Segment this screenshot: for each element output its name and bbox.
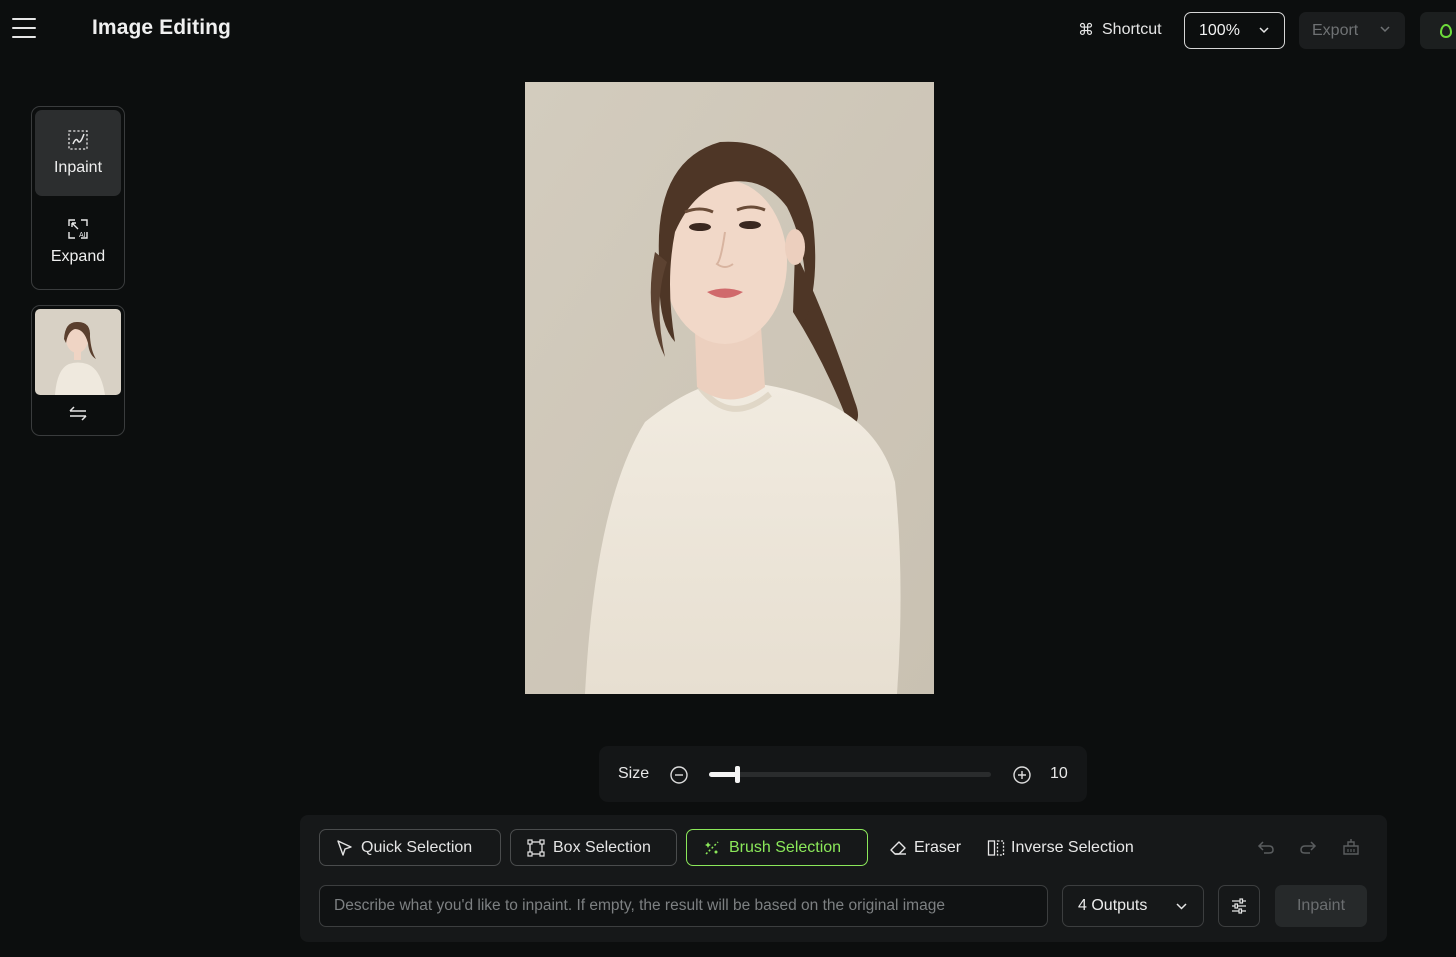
- tool-inpaint[interactable]: Inpaint: [35, 110, 121, 196]
- brush-sparkle-icon: [705, 840, 719, 855]
- eraser-label: Eraser: [914, 838, 962, 856]
- zoom-select[interactable]: 100%: [1184, 12, 1285, 49]
- inverse-selection-icon: [987, 839, 1005, 856]
- minus-circle-icon[interactable]: [669, 765, 689, 785]
- tool-expand[interactable]: AI Expand: [35, 199, 121, 285]
- thumbnail-panel: [31, 305, 125, 436]
- inverse-selection-label: Inverse Selection: [1011, 838, 1134, 856]
- chevron-down-icon: [1259, 27, 1269, 34]
- brush-selection-button[interactable]: Brush Selection: [686, 829, 868, 866]
- plus-circle-icon[interactable]: [1012, 765, 1032, 785]
- tool-expand-label: Expand: [50, 248, 106, 265]
- inpaint-submit-label: Inpaint: [1296, 897, 1346, 914]
- shortcut-button[interactable]: ⌘ Shortcut: [1078, 20, 1162, 40]
- prompt-input[interactable]: [319, 885, 1048, 927]
- chevron-down-icon: [1380, 26, 1390, 33]
- undo-icon[interactable]: [1256, 838, 1276, 856]
- sliders-icon: [1232, 898, 1246, 914]
- swap-icon: [69, 406, 87, 421]
- chevron-down-icon: [1176, 903, 1187, 910]
- canvas-image[interactable]: [525, 82, 934, 694]
- zoom-value: 100%: [1199, 21, 1240, 39]
- source-image-thumbnail[interactable]: [35, 309, 121, 395]
- inverse-selection-button[interactable]: Inverse Selection: [987, 829, 1134, 866]
- export-label: Export: [1312, 21, 1359, 39]
- command-key-icon: ⌘: [1078, 22, 1094, 39]
- shortcut-label: Shortcut: [1102, 21, 1162, 38]
- credits-button[interactable]: [1420, 12, 1456, 49]
- eraser-button[interactable]: Eraser: [889, 829, 961, 866]
- box-selection-label: Box Selection: [553, 838, 651, 856]
- size-label: Size: [618, 765, 650, 782]
- swap-image-button[interactable]: [35, 404, 121, 422]
- brush-selection-label: Brush Selection: [729, 838, 842, 856]
- slider-fill: [709, 772, 738, 777]
- expand-icon: AI: [68, 219, 88, 239]
- brush-size-slider[interactable]: [709, 766, 991, 783]
- quick-selection-label: Quick Selection: [361, 838, 473, 856]
- selection-toolbar: Quick Selection Box Selection Brush Sele…: [300, 815, 1387, 942]
- outputs-value: 4 Outputs: [1078, 897, 1148, 914]
- cursor-arrow-icon: [337, 840, 352, 856]
- slider-thumb[interactable]: [735, 766, 741, 783]
- box-selection-button[interactable]: Box Selection: [510, 829, 677, 866]
- tool-panel: Inpaint AI Expand: [31, 106, 125, 290]
- box-select-icon: [527, 838, 545, 857]
- inpaint-submit-button[interactable]: Inpaint: [1275, 885, 1367, 927]
- quick-selection-button[interactable]: Quick Selection: [319, 829, 501, 866]
- credit-drop-icon: [1440, 24, 1452, 38]
- menu-icon[interactable]: [12, 18, 40, 42]
- redo-icon[interactable]: [1298, 838, 1318, 856]
- size-value: 10: [1050, 765, 1068, 782]
- outputs-select[interactable]: 4 Outputs: [1062, 885, 1204, 927]
- svg-text:AI: AI: [79, 232, 86, 239]
- tool-inpaint-label: Inpaint: [53, 159, 103, 176]
- eraser-icon: [890, 841, 906, 855]
- advanced-settings-button[interactable]: [1218, 885, 1260, 927]
- page-title: Image Editing: [92, 16, 231, 39]
- clear-selection-icon[interactable]: [1341, 838, 1361, 856]
- brush-size-control: Size 10: [599, 746, 1087, 802]
- inpaint-icon: [68, 130, 88, 150]
- export-button[interactable]: Export: [1299, 12, 1405, 49]
